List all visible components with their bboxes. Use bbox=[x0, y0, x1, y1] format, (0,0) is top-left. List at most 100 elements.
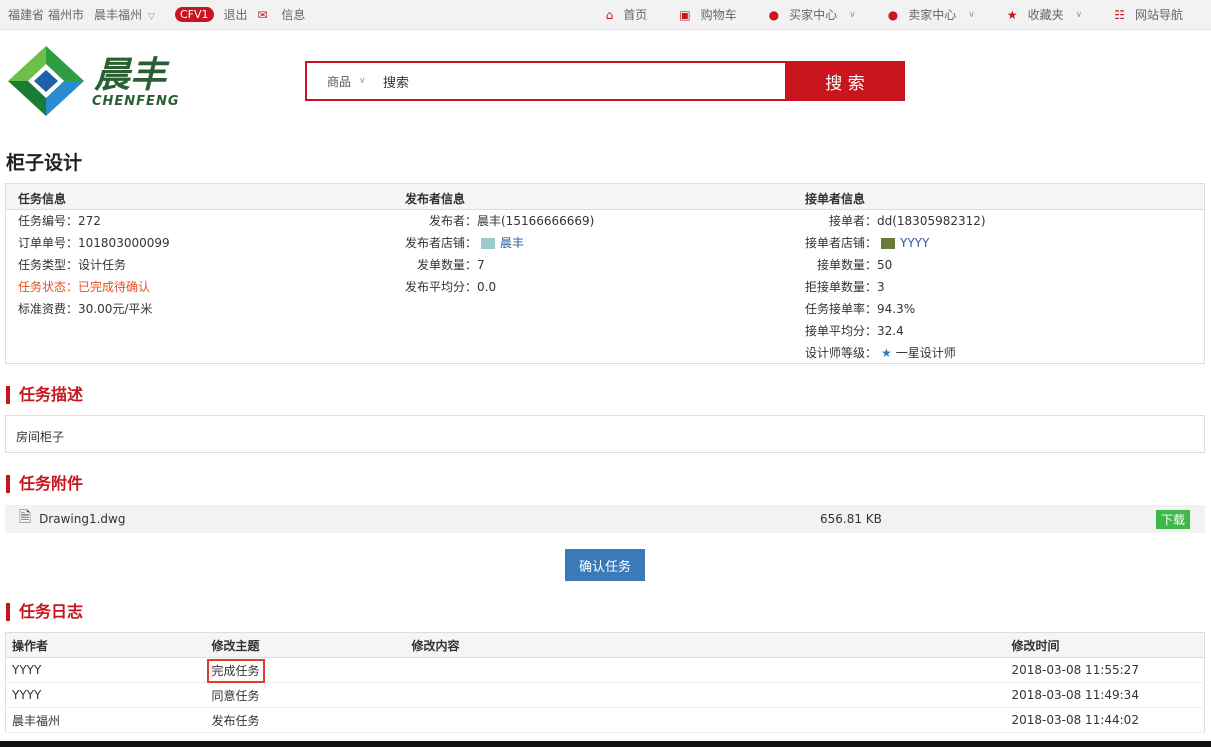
log-operator: 晨丰福州 bbox=[5, 707, 206, 733]
page-title: 柜子设计 bbox=[6, 152, 83, 174]
user-icon: ● bbox=[768, 7, 780, 22]
log-time: 2018-03-08 11:55:27 bbox=[1005, 657, 1205, 683]
user-icon: ● bbox=[887, 7, 899, 22]
accept-rate-row: 任务接单率：94.3% bbox=[805, 298, 986, 320]
col-content: 修改内容 bbox=[405, 632, 1006, 658]
task-type-row: 任务类型：设计任务 bbox=[18, 254, 170, 276]
search-category-select[interactable]: 商品 ∨ bbox=[307, 73, 377, 90]
publish-score-label: 发布平均分： bbox=[405, 280, 478, 294]
receiver-shop-row: 接单者店铺： YYYY bbox=[805, 232, 986, 254]
task-id-label: 任务编号： bbox=[18, 214, 79, 228]
nav-site-map-label: 网站导航 bbox=[1134, 8, 1183, 22]
nav-buyer-label: 买家中心 bbox=[789, 8, 838, 22]
log-time: 2018-03-08 11:49:34 bbox=[1005, 682, 1205, 708]
publish-count-value: 7 bbox=[477, 258, 485, 272]
standard-fee-label: 标准资费： bbox=[18, 302, 79, 316]
nav-buyer-center[interactable]: ● 买家中心 ∨ bbox=[769, 6, 866, 23]
desc-section-heading: 任务描述 bbox=[6, 386, 83, 404]
designer-level-row: 设计师等级： ★ 一星设计师 bbox=[805, 342, 986, 364]
table-row: 晨丰福州 发布任务 2018-03-08 11:44:02 bbox=[5, 707, 1205, 733]
order-id-row: 订单单号：101803000099 bbox=[18, 232, 170, 254]
shop-thumbnail-icon bbox=[481, 238, 495, 249]
city-link[interactable]: 福州市 bbox=[48, 6, 84, 23]
logo[interactable]: 晨丰 CHENFENG bbox=[6, 44, 206, 118]
task-type-value: 设计任务 bbox=[78, 258, 127, 272]
header: 晨丰 CHENFENG 商品 ∨ 搜 索 bbox=[0, 30, 1211, 140]
publisher-label: 发布者： bbox=[428, 214, 477, 228]
file-icon: 🗎 bbox=[19, 507, 32, 526]
log-subject-cell: 完成任务 bbox=[205, 657, 406, 683]
nav-cart[interactable]: ▣ 购物车 bbox=[679, 6, 746, 23]
shop-thumbnail-icon bbox=[881, 238, 895, 249]
publish-count-row: 发单数量：7 bbox=[405, 254, 594, 276]
reject-count-label: 拒接单数量： bbox=[805, 280, 878, 294]
publisher-value: 晨丰(15166666669) bbox=[477, 214, 595, 228]
log-subject: 同意任务 bbox=[205, 682, 406, 708]
shop-selector[interactable]: 晨丰福州 ▽ bbox=[94, 6, 165, 23]
home-icon: ⌂ bbox=[605, 7, 614, 22]
mail-icon: ✉ bbox=[257, 8, 268, 22]
task-status-value: 已完成待确认 bbox=[78, 280, 151, 294]
publisher-shop-row: 发布者店铺： 晨丰 bbox=[405, 232, 594, 254]
chevron-down-icon: ∨ bbox=[849, 9, 856, 20]
task-info-panel: 任务信息 发布者信息 接单者信息 任务编号：272 订单单号：101803000… bbox=[5, 183, 1205, 364]
standard-fee-row: 标准资费：30.00元/平米 bbox=[18, 298, 170, 320]
star-icon: ★ bbox=[881, 346, 892, 360]
nav-favorites[interactable]: ★ 收藏夹 ∨ bbox=[1007, 6, 1092, 23]
task-status-row: 任务状态：已完成待确认 bbox=[18, 276, 170, 298]
messages-label: 信息 bbox=[281, 8, 306, 22]
col-operator: 操作者 bbox=[5, 632, 206, 658]
attachment-filename: Drawing1.dwg bbox=[39, 512, 126, 526]
log-operator: YYYY bbox=[5, 682, 206, 708]
bottom-edge-bar bbox=[0, 741, 1211, 747]
chevron-down-icon: ∨ bbox=[968, 9, 975, 20]
search-bar: 商品 ∨ 搜 索 bbox=[305, 61, 905, 101]
logo-emblem-icon bbox=[8, 46, 84, 116]
receiver-info-heading: 接单者信息 bbox=[805, 192, 866, 206]
logout-link[interactable]: 退出 bbox=[224, 6, 248, 23]
nav-home[interactable]: ⌂ 首页 bbox=[606, 6, 658, 23]
list-icon: ☷ bbox=[1114, 7, 1125, 22]
confirm-task-button[interactable]: 确认任务 bbox=[565, 549, 645, 581]
desc-text: 房间柜子 bbox=[16, 430, 65, 444]
chevron-down-icon: ∨ bbox=[1075, 9, 1083, 20]
receive-score-row: 接单平均分：32.4 bbox=[805, 320, 986, 342]
nav-home-label: 首页 bbox=[623, 8, 648, 22]
nav-seller-center[interactable]: ● 卖家中心 ∨ bbox=[888, 6, 985, 23]
receiver-shop-label: 接单者店铺： bbox=[805, 236, 878, 250]
table-header-row: 操作者 修改主题 修改内容 修改时间 bbox=[5, 632, 1205, 658]
receive-count-value: 50 bbox=[877, 258, 893, 272]
publisher-shop-link[interactable]: 晨丰 bbox=[500, 236, 524, 250]
task-log-table: 操作者 修改主题 修改内容 修改时间 YYYY 完成任务 2018-03-08 … bbox=[5, 632, 1205, 733]
province-link[interactable]: 福建省 bbox=[8, 6, 44, 23]
attachment-row: 🗎 Drawing1.dwg 656.81 KB 下载 bbox=[5, 505, 1205, 533]
task-info-heading: 任务信息 bbox=[18, 192, 67, 206]
search-input[interactable] bbox=[377, 73, 785, 89]
nav-site-map[interactable]: ☷ 网站导航 bbox=[1114, 6, 1193, 23]
desc-box: 房间柜子 bbox=[5, 415, 1205, 453]
task-id-row: 任务编号：272 bbox=[18, 210, 170, 232]
designer-level-value: 一星设计师 bbox=[895, 346, 956, 360]
col-time: 修改时间 bbox=[1005, 632, 1205, 658]
publish-score-value: 0.0 bbox=[477, 280, 497, 294]
receiver-row: 接单者：dd(18305982312) bbox=[805, 210, 986, 232]
download-button[interactable]: 下载 bbox=[1155, 510, 1190, 529]
logo-chinese-text: 晨丰 bbox=[94, 54, 167, 96]
receiver-shop-link[interactable]: YYYY bbox=[900, 236, 929, 250]
receive-score-value: 32.4 bbox=[877, 324, 904, 338]
table-row: YYYY 完成任务 2018-03-08 11:55:27 bbox=[5, 657, 1205, 683]
task-status-label: 任务状态： bbox=[18, 280, 79, 294]
log-operator: YYYY bbox=[5, 657, 206, 683]
search-button[interactable]: 搜 索 bbox=[785, 61, 905, 101]
accept-rate-value: 94.3% bbox=[877, 302, 916, 316]
star-icon: ★ bbox=[1006, 7, 1018, 22]
top-bar: 福建省 福州市 晨丰福州 ▽ CFV1 退出 ✉ 信息 ⌂ 首页 ▣ 购物车 ● 买家中… bbox=[0, 0, 1211, 30]
log-content bbox=[405, 682, 1006, 708]
publisher-shop-label: 发布者店铺： bbox=[405, 236, 478, 250]
attachment-size: 656.81 KB bbox=[820, 512, 882, 526]
log-section-heading: 任务日志 bbox=[6, 603, 83, 621]
nav-cart-label: 购物车 bbox=[700, 8, 737, 22]
table-row: YYYY 同意任务 2018-03-08 11:49:34 bbox=[5, 682, 1205, 708]
messages-link[interactable]: ✉ 信息 bbox=[258, 6, 316, 23]
receive-score-label: 接单平均分： bbox=[805, 324, 878, 338]
